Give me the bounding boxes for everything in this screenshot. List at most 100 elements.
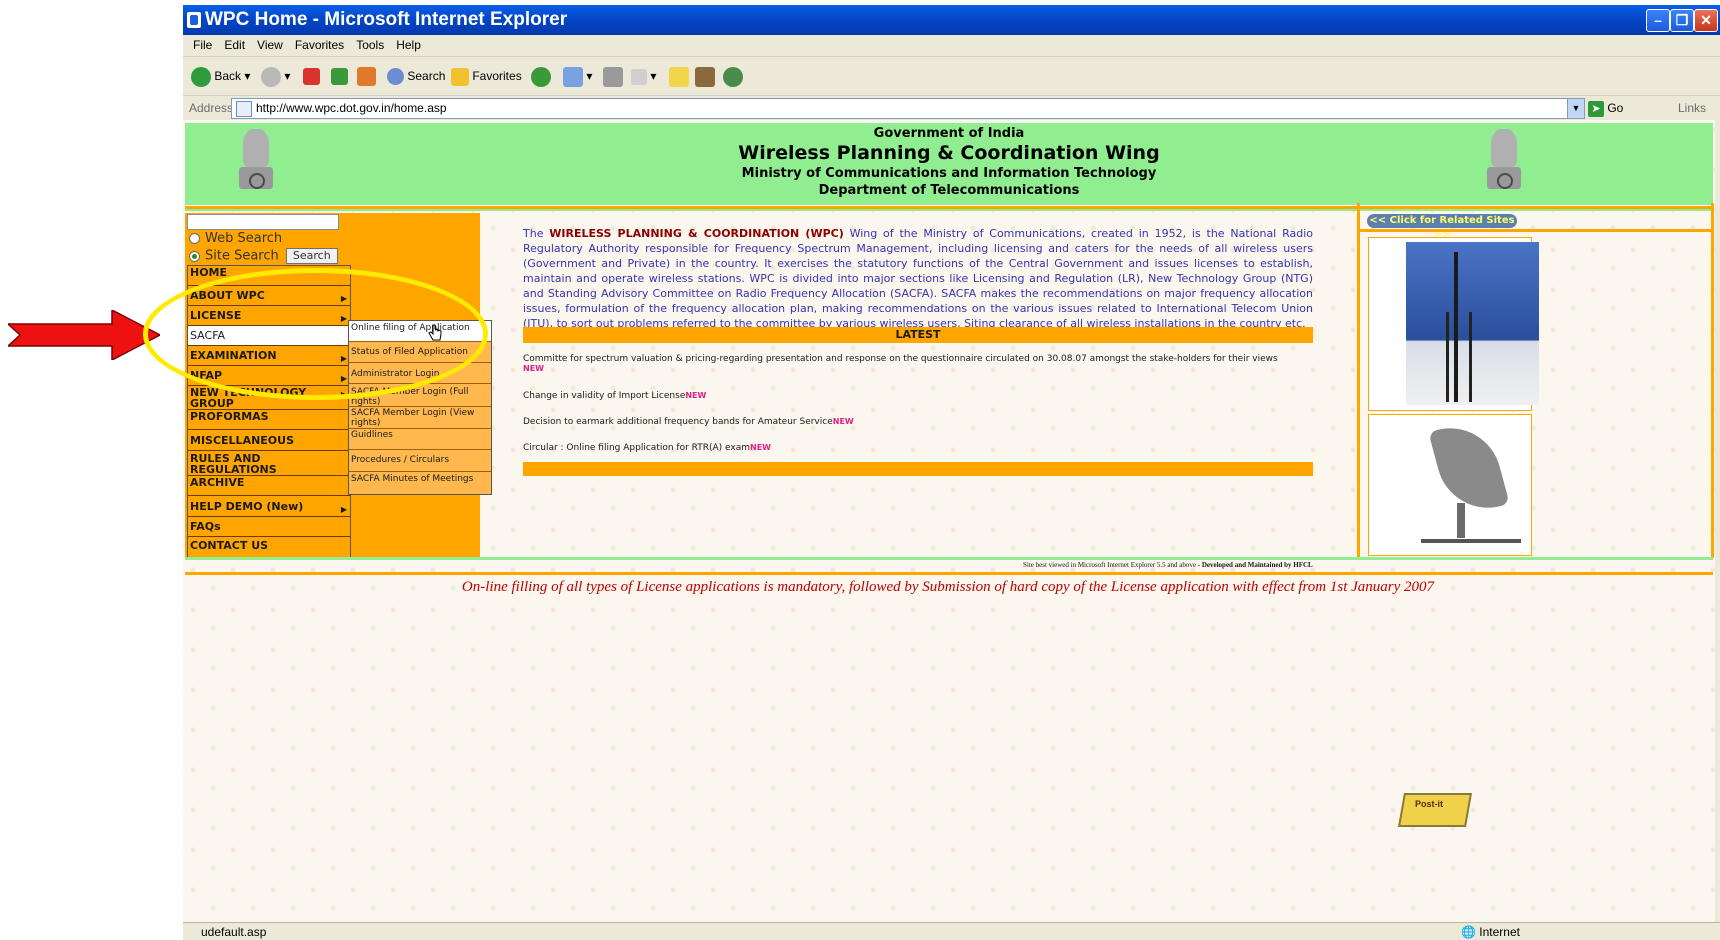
edit-button[interactable]: ▾ (631, 64, 656, 88)
nav-item-miscellaneous[interactable]: MISCELLANEOUS (188, 430, 350, 451)
mandatory-notice: On-line filling of all types of License … (461, 579, 1435, 595)
minimize-button[interactable]: – (1646, 9, 1670, 32)
tower-photo (1368, 237, 1539, 411)
latest-heading: LATEST (523, 327, 1313, 343)
submenu-sacfa-minutes[interactable]: SACFA Minutes of Meetings (349, 472, 491, 494)
nav-item-help-demo[interactable]: HELP DEMO (New) ▶ (188, 496, 350, 517)
nav-item-proformas[interactable]: PROFORMAS (188, 410, 350, 430)
transmission-tower-image (1406, 242, 1539, 405)
right-column-border-left (1357, 203, 1360, 558)
national-emblem-right (1483, 129, 1525, 199)
star-icon (451, 67, 469, 86)
discuss-button[interactable] (669, 64, 689, 88)
search-button[interactable]: Search (285, 248, 338, 264)
edit-icon (631, 68, 647, 85)
nav-item-contact-us[interactable]: CONTACT US (188, 537, 350, 557)
site-header: Government of India Wireless Planning & … (185, 123, 1713, 205)
news-item-spectrum-valuation[interactable]: Committe for spectrum valuation & pricin… (523, 354, 1313, 374)
right-column-border-right (1711, 203, 1714, 558)
header-divider-green (185, 209, 1713, 211)
intro-paragraph: The WIRELESS PLANNING & COORDINATION (WP… (523, 227, 1313, 330)
search-toolbar-button[interactable]: Search (387, 64, 445, 88)
menu-favorites[interactable]: Favorites (289, 35, 350, 56)
hand-cursor-icon (428, 324, 442, 341)
site-search-input[interactable] (187, 214, 339, 230)
page-viewport: Government of India Wireless Planning & … (183, 120, 1715, 922)
messenger-button[interactable] (723, 64, 743, 88)
go-arrow-icon: ➤ (1588, 100, 1604, 117)
forward-arrow-icon (261, 66, 281, 87)
refresh-button[interactable] (331, 64, 348, 88)
address-label: Address (189, 101, 234, 115)
window-title: WPC Home - Microsoft Internet Explorer (205, 9, 568, 30)
site-search-radio[interactable] (189, 250, 200, 262)
links-button[interactable]: Links (1678, 98, 1706, 118)
page-icon (236, 101, 252, 117)
site-search-option[interactable]: Site Search Search (189, 248, 338, 264)
menu-bar: File Edit View Favorites Tools Help (183, 35, 1720, 57)
stop-button[interactable] (303, 64, 320, 88)
menu-tools[interactable]: Tools (350, 35, 390, 56)
right-column-divider (1360, 229, 1711, 232)
favorites-toolbar-button[interactable]: Favorites (451, 64, 522, 88)
news-bottom-bar (523, 462, 1313, 476)
title-bar[interactable]: WPC Home - Microsoft Internet Explorer –… (183, 5, 1720, 35)
ie-icon (187, 12, 201, 28)
submenu-procedures-circulars[interactable]: Procedures / Circulars (349, 450, 491, 472)
toolbar: Back ▾ ▾ Search Favorites ▾ ▾ (183, 57, 1720, 96)
close-button[interactable]: ✕ (1694, 9, 1718, 32)
home-icon (357, 67, 376, 87)
print-icon (603, 66, 623, 87)
status-bar: udefault.asp 🌐 Internet (183, 922, 1720, 940)
news-item-import-license[interactable]: Change in validity of Import LicenseNEW (523, 391, 706, 401)
news-item-amateur-service[interactable]: Decision to earmark additional frequency… (523, 417, 854, 427)
address-dropdown-icon[interactable]: ▼ (1567, 99, 1584, 118)
submenu-guidelines[interactable]: Guidlines (349, 429, 491, 450)
new-badge: NEW (832, 417, 854, 426)
status-text: udefault.asp (201, 925, 267, 939)
back-button[interactable]: Back ▾ (191, 64, 250, 88)
menu-help[interactable]: Help (390, 35, 427, 56)
nav-item-rules-and-regulations[interactable]: RULES AND REGULATIONS (188, 451, 350, 476)
developed-by: - Developed and Maintained by HFCL (1197, 561, 1313, 569)
go-button[interactable]: ➤ Go (1588, 98, 1623, 118)
nav-item-archive[interactable]: ARCHIVE (188, 476, 350, 496)
vertical-scrollbar[interactable] (1715, 120, 1720, 922)
red-pointer-arrow-icon (8, 310, 160, 360)
menu-file[interactable]: File (187, 35, 218, 56)
research-icon (695, 66, 715, 87)
intro-wpc-title: WIRELESS PLANNING & COORDINATION (WPC) (549, 227, 844, 240)
forward-button[interactable]: ▾ (261, 64, 290, 88)
print-button[interactable] (603, 64, 623, 88)
submenu-member-login-view[interactable]: SACFA Member Login (View rights) (349, 407, 491, 429)
maximize-button[interactable]: ❐ (1670, 9, 1694, 32)
web-search-option[interactable]: Web Search (189, 231, 282, 246)
security-zone: 🌐 Internet (1461, 925, 1520, 939)
address-bar: Address http://www.wpc.dot.gov.in/home.a… (183, 96, 1720, 120)
back-arrow-icon (191, 66, 211, 87)
address-url: http://www.wpc.dot.gov.in/home.asp (256, 101, 447, 115)
menu-view[interactable]: View (251, 35, 289, 56)
history-button[interactable] (531, 64, 551, 88)
related-sites-button[interactable]: << Click for Related Sites >> (1367, 214, 1517, 240)
footer-divider-green (185, 557, 1713, 560)
mail-button[interactable]: ▾ (563, 64, 592, 88)
mail-icon (563, 66, 583, 87)
stop-icon (303, 68, 320, 86)
nav-item-faqs[interactable]: FAQs (188, 517, 350, 537)
news-item-rtr-exam[interactable]: Circular : Online filing Application for… (523, 443, 771, 453)
history-icon (531, 66, 551, 87)
web-search-radio[interactable] (189, 233, 200, 244)
research-button[interactable] (695, 64, 715, 88)
search-icon (387, 68, 404, 86)
address-input[interactable]: http://www.wpc.dot.gov.in/home.asp ▼ (231, 98, 1585, 119)
browser-window: WPC Home - Microsoft Internet Explorer –… (183, 5, 1720, 940)
postit-icon[interactable]: Post-it (1395, 787, 1475, 827)
menu-edit[interactable]: Edit (218, 35, 251, 56)
new-badge: NEW (523, 364, 544, 373)
home-button[interactable] (357, 64, 376, 88)
messenger-icon (723, 66, 743, 87)
refresh-icon (331, 68, 348, 86)
new-badge: NEW (750, 443, 771, 452)
satellite-dish-image (1421, 416, 1521, 543)
